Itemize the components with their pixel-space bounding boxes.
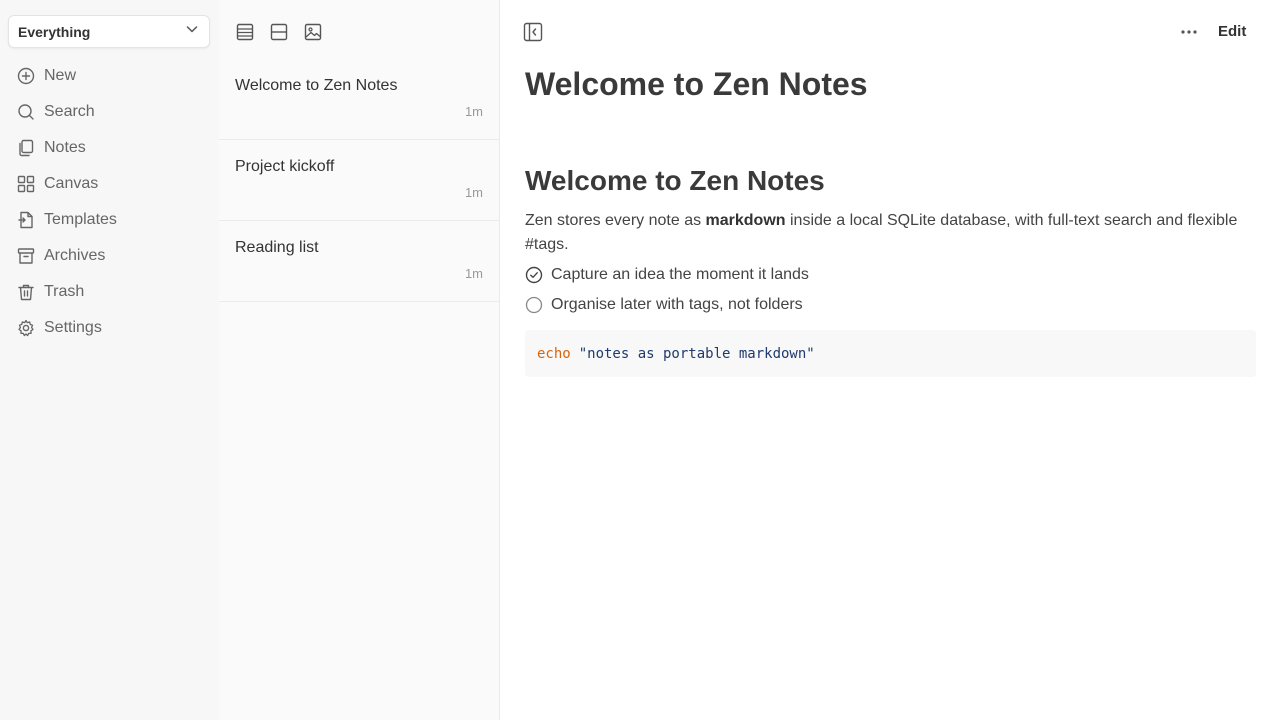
sidebar-item-canvas[interactable]: Canvas xyxy=(0,166,219,202)
scope-dropdown[interactable]: Everything xyxy=(8,15,210,48)
sidebar-item-settings[interactable]: Settings xyxy=(0,310,219,346)
sidebar-item-trash[interactable]: Trash xyxy=(0,274,219,310)
sidebar-item-new[interactable]: New xyxy=(0,58,219,94)
chevron-down-icon xyxy=(185,22,199,41)
task-item: Organise later with tags, not folders xyxy=(525,290,1256,320)
note-view: Edit Welcome to Zen Notes Welcome to Zen… xyxy=(500,0,1280,720)
paragraph-bold: markdown xyxy=(705,212,786,229)
list-view-icon[interactable] xyxy=(235,22,255,42)
note-heading: Welcome to Zen Notes xyxy=(525,165,825,196)
sidebar-item-label: New xyxy=(44,67,77,84)
list-item[interactable]: Welcome to Zen Notes 1m xyxy=(219,59,499,140)
list-item[interactable]: Reading list 1m xyxy=(219,221,499,302)
sidebar-item-templates[interactable]: Templates xyxy=(0,202,219,238)
list-item-time: 1m xyxy=(464,185,483,200)
code-string: "notes as portable markdown" xyxy=(578,345,815,362)
collapse-sidebar-icon[interactable] xyxy=(523,22,543,42)
scope-dropdown-label: Everything xyxy=(18,23,91,40)
checked-circle-icon[interactable] xyxy=(525,266,543,284)
sidebar-item-search[interactable]: Search xyxy=(0,94,219,130)
sidebar-item-label: Templates xyxy=(44,211,117,228)
list-item-title: Reading list xyxy=(235,239,319,256)
sidebar-item-label: Trash xyxy=(44,283,85,300)
code-keyword: echo xyxy=(537,345,571,362)
search-icon xyxy=(17,103,35,121)
list-item-title: Project kickoff xyxy=(235,158,335,175)
canvas-icon xyxy=(17,175,35,193)
sidebar-nav: New Search Notes Canvas Templates Archiv… xyxy=(0,58,219,346)
list-item-time: 1m xyxy=(464,266,483,281)
plus-circle-icon xyxy=(17,67,35,85)
list-item-title: Welcome to Zen Notes xyxy=(235,77,398,94)
task-text: Capture an idea the moment it lands xyxy=(551,266,809,283)
list-item[interactable]: Project kickoff 1m xyxy=(219,140,499,221)
gear-icon xyxy=(17,319,35,337)
gallery-view-icon[interactable] xyxy=(303,22,323,42)
sidebar-item-archives[interactable]: Archives xyxy=(0,238,219,274)
edit-button[interactable]: Edit xyxy=(1210,22,1254,42)
note-paragraph: Zen stores every note as markdown inside… xyxy=(525,209,1256,257)
sidebar-item-label: Canvas xyxy=(44,175,99,192)
card-view-icon[interactable] xyxy=(269,22,289,42)
trash-icon xyxy=(17,283,35,301)
sidebar-item-notes[interactable]: Notes xyxy=(0,130,219,166)
note-content: Welcome to Zen Notes Welcome to Zen Note… xyxy=(525,60,1256,377)
list-item-time: 1m xyxy=(464,104,483,119)
sidebar-item-label: Settings xyxy=(44,319,102,336)
more-options-icon[interactable] xyxy=(1179,22,1199,42)
app-window: Everything New Search Notes Canvas Templ… xyxy=(0,0,1280,720)
task-list: Capture an idea the moment it lands Orga… xyxy=(525,260,1256,320)
list-toolbar xyxy=(235,22,323,42)
note-list: Welcome to Zen Notes 1m Project kickoff … xyxy=(219,59,499,302)
sidebar-item-label: Notes xyxy=(44,139,86,156)
notes-icon xyxy=(17,139,35,157)
sidebar: Everything New Search Notes Canvas Templ… xyxy=(0,0,219,720)
paragraph-text: Zen stores every note as xyxy=(525,212,706,229)
sidebar-item-label: Archives xyxy=(44,247,106,264)
unchecked-circle-icon[interactable] xyxy=(525,296,543,314)
task-text: Organise later with tags, not folders xyxy=(551,296,803,313)
note-list-pane: Welcome to Zen Notes 1m Project kickoff … xyxy=(219,0,500,720)
archive-icon xyxy=(17,247,35,265)
note-title: Welcome to Zen Notes xyxy=(525,66,868,102)
task-item: Capture an idea the moment it lands xyxy=(525,260,1256,290)
sidebar-item-label: Search xyxy=(44,103,95,120)
template-icon xyxy=(17,211,35,229)
code-block: echo "notes as portable markdown" xyxy=(525,330,1256,377)
